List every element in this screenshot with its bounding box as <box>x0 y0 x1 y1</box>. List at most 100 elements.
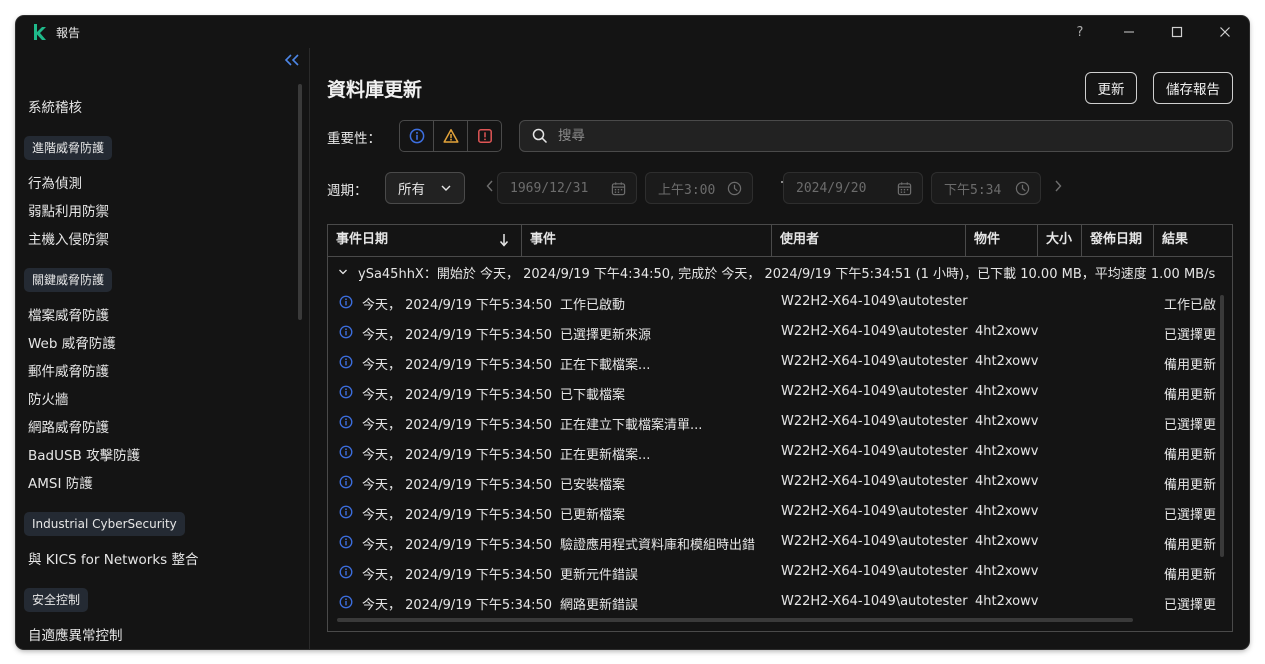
event-date-cell: 今天， 2024/9/19 下午5:34:50 <box>362 598 552 613</box>
chevron-left-icon <box>486 180 493 192</box>
column-header-size[interactable]: 大小 <box>1038 225 1082 256</box>
user-cell: W22H2-X64-1049\autotester <box>781 594 968 609</box>
result-cell: 已選擇更 <box>1164 598 1217 613</box>
to-time-field[interactable]: 下午5:34 <box>931 172 1041 204</box>
severity-info-filter[interactable] <box>399 120 434 152</box>
table-row[interactable]: 今天， 2024/9/19 下午5:34:50 正在更新檔案... W22H2-X6… <box>328 437 1232 467</box>
table-row[interactable]: 今天， 2024/9/19 下午5:34:50 已安裝檔案 W22H2-X64-10… <box>328 467 1232 497</box>
event-cell: 正在下載檔案... <box>560 358 651 373</box>
user-cell: W22H2-X64-1049\autotester <box>781 564 968 579</box>
event-cell: 工作已啟動 <box>560 298 626 313</box>
event-cell: 正在建立下載檔案清單... <box>560 418 703 433</box>
table-row[interactable]: 今天， 2024/9/19 下午5:34:50 已選擇更新來源 W22H2-X64-… <box>328 317 1232 347</box>
clock-icon <box>727 181 742 196</box>
info-icon <box>339 415 353 429</box>
result-cell: 備用更新 <box>1164 478 1217 493</box>
sidebar-section-essential-threat-protection: 關鍵威脅防護 <box>24 268 113 292</box>
from-date-field[interactable]: 1969/12/31 <box>497 172 637 204</box>
collapse-sidebar-button[interactable] <box>284 53 304 71</box>
sidebar-item-system-audit[interactable]: 系統稽核 <box>28 96 82 116</box>
update-button[interactable]: 更新 <box>1085 72 1137 104</box>
event-date-cell: 今天， 2024/9/19 下午5:34:50 <box>362 448 552 463</box>
critical-icon <box>477 129 492 143</box>
next-period-button[interactable] <box>1053 178 1065 198</box>
save-report-button[interactable]: 儲存報告 <box>1153 72 1233 104</box>
from-time-field[interactable]: 上午3:00 <box>645 172 753 204</box>
sidebar-item-network-threat-protection[interactable]: 網路威脅防護 <box>28 416 109 436</box>
result-cell: 備用更新 <box>1164 358 1217 373</box>
table-vertical-scrollbar[interactable] <box>1220 295 1224 557</box>
info-icon <box>339 385 353 399</box>
result-cell: 備用更新 <box>1164 448 1217 463</box>
minimize-button[interactable] <box>1117 22 1141 42</box>
column-header-release-date[interactable]: 發佈日期 <box>1082 225 1154 256</box>
table-row[interactable]: 今天， 2024/9/19 下午5:34:50 更新元件錯誤 W22H2-X64-1… <box>328 557 1232 587</box>
maximize-button[interactable] <box>1165 22 1189 42</box>
sidebar-item-web-threat-protection[interactable]: Web 威脅防護 <box>28 332 116 352</box>
sidebar-item-behavior-detection[interactable]: 行為偵測 <box>28 172 82 192</box>
event-cell: 已下載檔案 <box>560 388 626 403</box>
result-cell: 備用更新 <box>1164 388 1217 403</box>
info-icon <box>339 325 353 339</box>
event-cell: 已安裝檔案 <box>560 478 626 493</box>
object-cell: 4ht2xowv <box>975 504 1039 519</box>
severity-warning-filter[interactable] <box>433 120 468 152</box>
sidebar-item-mail-threat-protection[interactable]: 郵件威脅防護 <box>28 360 109 380</box>
user-cell: W22H2-X64-1049\autotester <box>781 384 968 399</box>
event-date-cell: 今天， 2024/9/19 下午5:34:50 <box>362 538 552 553</box>
table-row[interactable]: 今天， 2024/9/19 下午5:34:50 驗證應用程式資料庫和模組時出錯 W2… <box>328 527 1232 557</box>
info-icon <box>339 295 353 309</box>
table-horizontal-scrollbar[interactable] <box>337 618 1133 622</box>
column-header-event[interactable]: 事件 <box>522 225 772 256</box>
period-select[interactable]: 所有 <box>385 172 465 204</box>
help-button[interactable]: ? <box>1068 22 1092 42</box>
column-header-user[interactable]: 使用者 <box>772 225 966 256</box>
close-icon <box>1220 27 1230 37</box>
table-row[interactable]: 今天， 2024/9/19 下午5:34:50 正在下載檔案... W22H2-X6… <box>328 347 1232 377</box>
event-cell: 已更新檔案 <box>560 508 626 523</box>
sidebar-item-amsi-protection[interactable]: AMSI 防護 <box>28 472 93 492</box>
object-cell: 4ht2xowv <box>975 594 1039 609</box>
sidebar-item-badusb-attack-prevention[interactable]: BadUSB 攻擊防護 <box>28 444 140 464</box>
severity-filter-group <box>399 120 502 152</box>
sidebar-item-adaptive-anomaly-control[interactable]: 自適應異常控制 <box>28 624 123 644</box>
to-time-value: 下午5:34 <box>944 182 1002 198</box>
info-icon <box>339 595 353 609</box>
column-header-result[interactable]: 結果 <box>1154 225 1232 256</box>
to-date-field[interactable]: 2024/9/20 <box>783 172 923 204</box>
info-icon <box>339 505 353 519</box>
table-row[interactable]: 今天， 2024/9/19 下午5:34:50 正在建立下載檔案清單... W22H… <box>328 407 1232 437</box>
sidebar-item-kics-integration[interactable]: 與 KICS for Networks 整合 <box>28 548 198 568</box>
sidebar-scrollbar[interactable] <box>298 84 302 320</box>
table-row[interactable]: 今天， 2024/9/19 下午5:34:50 已下載檔案 W22H2-X64-10… <box>328 377 1232 407</box>
sidebar-item-firewall[interactable]: 防火牆 <box>28 388 69 408</box>
sort-descending-icon <box>499 234 509 247</box>
close-button[interactable] <box>1213 22 1237 42</box>
search-input[interactable] <box>558 128 1232 144</box>
calendar-icon <box>611 182 626 196</box>
sidebar-item-host-intrusion-prevention[interactable]: 主機入侵防禦 <box>28 228 109 248</box>
group-row[interactable]: ySa45hhX：開始於 今天， 2024/9/19 下午4:34:50, 完成… <box>328 257 1232 287</box>
event-date-cell: 今天， 2024/9/19 下午5:34:50 <box>362 568 552 583</box>
event-cell: 驗證應用程式資料庫和模組時出錯 <box>560 538 756 553</box>
user-cell: W22H2-X64-1049\autotester <box>781 414 968 429</box>
table-row[interactable]: 今天， 2024/9/19 下午5:34:50 網路更新錯誤 W22H2-X64-1… <box>328 587 1232 617</box>
sidebar-item-exploit-prevention[interactable]: 弱點利用防禦 <box>28 200 109 220</box>
severity-critical-filter[interactable] <box>467 120 502 152</box>
info-icon <box>339 445 353 459</box>
table-header: 事件日期 事件 使用者 物件 大小 發佈日期 結果 <box>328 225 1232 257</box>
window-title: 報告 <box>56 26 81 40</box>
to-date-value: 2024/9/20 <box>796 180 867 196</box>
user-cell: W22H2-X64-1049\autotester <box>781 444 968 459</box>
chevron-down-icon[interactable] <box>338 267 348 277</box>
object-cell: 4ht2xowv <box>975 384 1039 399</box>
table-row[interactable]: 今天， 2024/9/19 下午5:34:50 已更新檔案 W22H2-X64-10… <box>328 497 1232 527</box>
period-selected-value: 所有 <box>398 182 425 198</box>
column-header-object[interactable]: 物件 <box>966 225 1038 256</box>
event-cell: 已選擇更新來源 <box>560 328 652 343</box>
main-content: 資料庫更新 更新 儲存報告 重要性： 搜尋 週期： 所有 1969/12/31 … <box>311 48 1249 649</box>
sidebar-item-file-threat-protection[interactable]: 檔案威脅防護 <box>28 304 109 324</box>
column-header-event-date[interactable]: 事件日期 <box>328 225 522 256</box>
table-row[interactable]: 今天， 2024/9/19 下午5:34:50 工作已啟動 W22H2-X64-10… <box>328 287 1232 317</box>
previous-period-button[interactable] <box>485 178 497 198</box>
